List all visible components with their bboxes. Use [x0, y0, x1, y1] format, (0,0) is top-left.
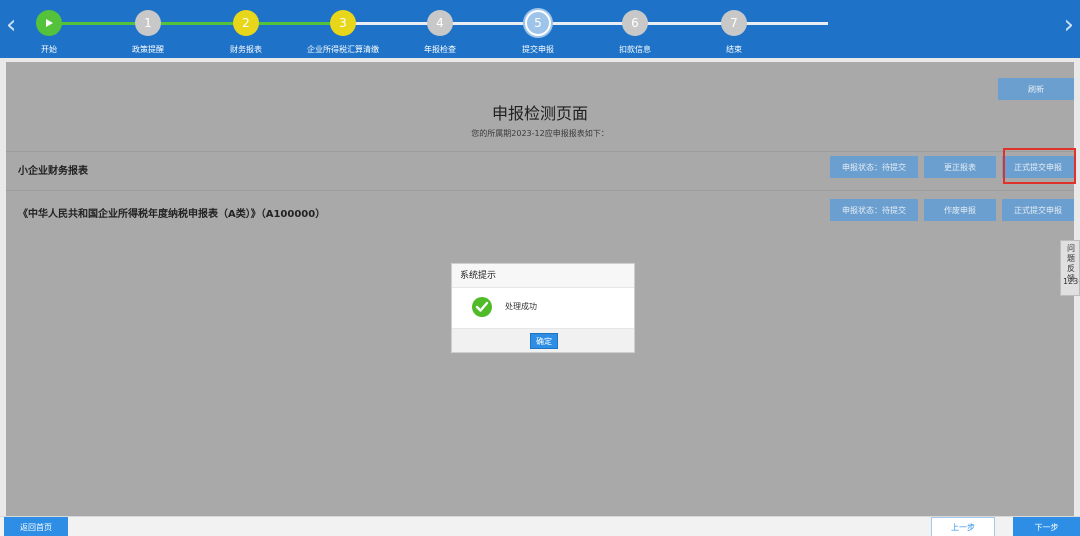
dialog-title: 系统提示	[452, 264, 634, 288]
void-declaration-button[interactable]: 作废申报	[924, 199, 996, 221]
play-icon	[36, 10, 62, 36]
divider	[6, 151, 1074, 152]
report-name: 小企业财务报表	[18, 166, 88, 177]
confirm-button[interactable]: 确定	[530, 333, 558, 349]
step-number: 7	[721, 10, 747, 36]
status-badge[interactable]: 申报状态：待提交	[830, 156, 918, 178]
success-check-icon	[472, 297, 492, 317]
formal-submit-button[interactable]: 正式提交申报	[1002, 199, 1074, 221]
step-number: 4	[427, 10, 453, 36]
status-badge[interactable]: 申报状态：待提交	[830, 199, 918, 221]
system-prompt-dialog: 系统提示 处理成功 确定	[451, 263, 635, 353]
report-row: 小企业财务报表 申报状态：待提交 更正报表 正式提交申报	[6, 156, 1074, 182]
step-number: 1	[135, 10, 161, 36]
footer-bar: 返回首页 上一步 下一步	[0, 516, 1080, 536]
next-step-button[interactable]: 下一步	[1013, 517, 1080, 536]
divider	[6, 190, 1074, 191]
dialog-body: 处理成功	[452, 288, 634, 328]
step-label: 结束	[726, 45, 742, 54]
return-home-button[interactable]: 返回首页	[4, 517, 68, 536]
feedback-widget[interactable]: 问题反馈 1236	[1060, 240, 1080, 296]
step-number: 6	[622, 10, 648, 36]
page-subtitle: 您的所属期2023-12应申报报表如下：	[471, 129, 609, 138]
feedback-number: 1236	[1063, 277, 1079, 286]
step-number: 3	[330, 10, 356, 36]
report-name: 《中华人民共和国企业所得税年度纳税申报表（A类）》（A100000）	[18, 209, 326, 220]
step-end[interactable]: 7 结束	[674, 10, 794, 55]
previous-step-button[interactable]: 上一步	[931, 517, 995, 536]
correct-report-button[interactable]: 更正报表	[924, 156, 996, 178]
page-title: 申报检测页面	[491, 104, 588, 123]
step-number: 2	[233, 10, 259, 36]
highlight-frame	[1003, 148, 1076, 184]
step-number: 5	[525, 10, 551, 36]
chevron-right-icon[interactable]: ›	[1064, 12, 1074, 38]
progress-header: ‹ 开始 1 政策提醒 2 财务报表 3 企业所得税汇算清缴 4 年报检查 5 …	[0, 0, 1080, 58]
report-row: 《中华人民共和国企业所得税年度纳税申报表（A类）》（A100000） 申报状态：…	[6, 199, 1074, 225]
refresh-button[interactable]: 刷新	[998, 78, 1074, 100]
dialog-footer: 确定	[452, 328, 634, 352]
dialog-message: 处理成功	[505, 302, 537, 311]
